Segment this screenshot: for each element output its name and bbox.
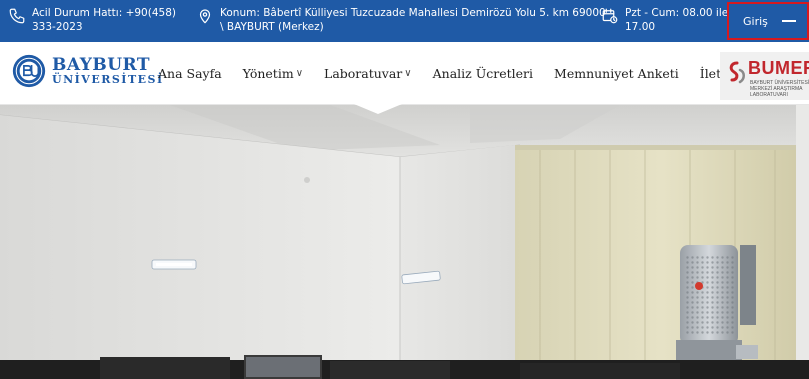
hero-photo <box>0 105 809 379</box>
hours-info: Pzt - Cum: 08.00 ile 17.00 <box>601 6 728 34</box>
nav-item-laboratuvar[interactable]: Laboratuvar ∨ <box>324 66 412 81</box>
bumer-name: BUMER <box>748 58 809 78</box>
nav-item-memnuniyet-anketi[interactable]: Memnuniyet Anketi <box>554 66 679 81</box>
lab-room-image <box>0 105 809 379</box>
main-navbar: BAYBURT ÜNİVERSİTESİ Ana Sayfa Yönetim ∨… <box>0 42 809 105</box>
bumer-logo[interactable]: BUMER BAYBURT ÜNİVERSİTESİ MERKEZİ ARAŞT… <box>720 52 809 100</box>
university-seal-icon <box>12 54 46 88</box>
location-info: Konum: Bâbertî Külliyesi Tuzcuzade Mahal… <box>196 6 606 34</box>
university-logo[interactable]: BAYBURT ÜNİVERSİTESİ <box>12 54 164 88</box>
nav-item-label: Memnuniyet Anketi <box>554 66 679 81</box>
brand-line1: BAYBURT <box>52 54 151 75</box>
chevron-down-icon: ∨ <box>404 68 412 79</box>
login-label: Giriş <box>743 14 768 28</box>
chevron-down-icon: ∨ <box>295 68 304 79</box>
calendar-clock-icon <box>602 8 618 24</box>
emergency-info: Acil Durum Hattı: +90(458) 333-2023 <box>8 6 176 34</box>
bumer-mark-icon <box>729 61 745 84</box>
nav-item-ana-sayfa[interactable]: Ana Sayfa <box>158 66 222 81</box>
phone-icon <box>9 8 25 24</box>
hours-text: Pzt - Cum: 08.00 ile 17.00 <box>625 7 729 33</box>
location-pin-icon <box>199 9 211 24</box>
top-info-bar: Acil Durum Hattı: +90(458) 333-2023 Konu… <box>0 0 809 42</box>
nav-pointer-triangle <box>354 104 402 114</box>
login-button[interactable]: Giriş <box>727 2 809 40</box>
emergency-text: Acil Durum Hattı: +90(458) 333-2023 <box>32 7 176 33</box>
nav-menu: Ana Sayfa Yönetim ∨ Laboratuvar ∨ Analiz… <box>158 66 768 81</box>
nav-item-label: Analiz Ücretleri <box>432 66 534 81</box>
location-text: Konum: Bâbertî Külliyesi Tuzcuzade Mahal… <box>220 7 606 33</box>
nav-item-yonetim[interactable]: Yönetim ∨ <box>243 66 303 81</box>
menu-dash-icon <box>781 20 796 22</box>
brand-line2: ÜNİVERSİTESİ <box>52 72 164 86</box>
nav-item-label: Yönetim <box>242 66 294 81</box>
nav-item-label: Laboratuvar <box>324 66 403 81</box>
nav-item-label: Ana Sayfa <box>158 66 222 81</box>
university-brand: BAYBURT ÜNİVERSİTESİ <box>52 54 164 86</box>
nav-item-analiz-ucretleri[interactable]: Analiz Ücretleri <box>433 66 533 81</box>
bumer-subtitle: BAYBURT ÜNİVERSİTESİ MERKEZİ ARAŞTIRMA L… <box>750 80 809 98</box>
